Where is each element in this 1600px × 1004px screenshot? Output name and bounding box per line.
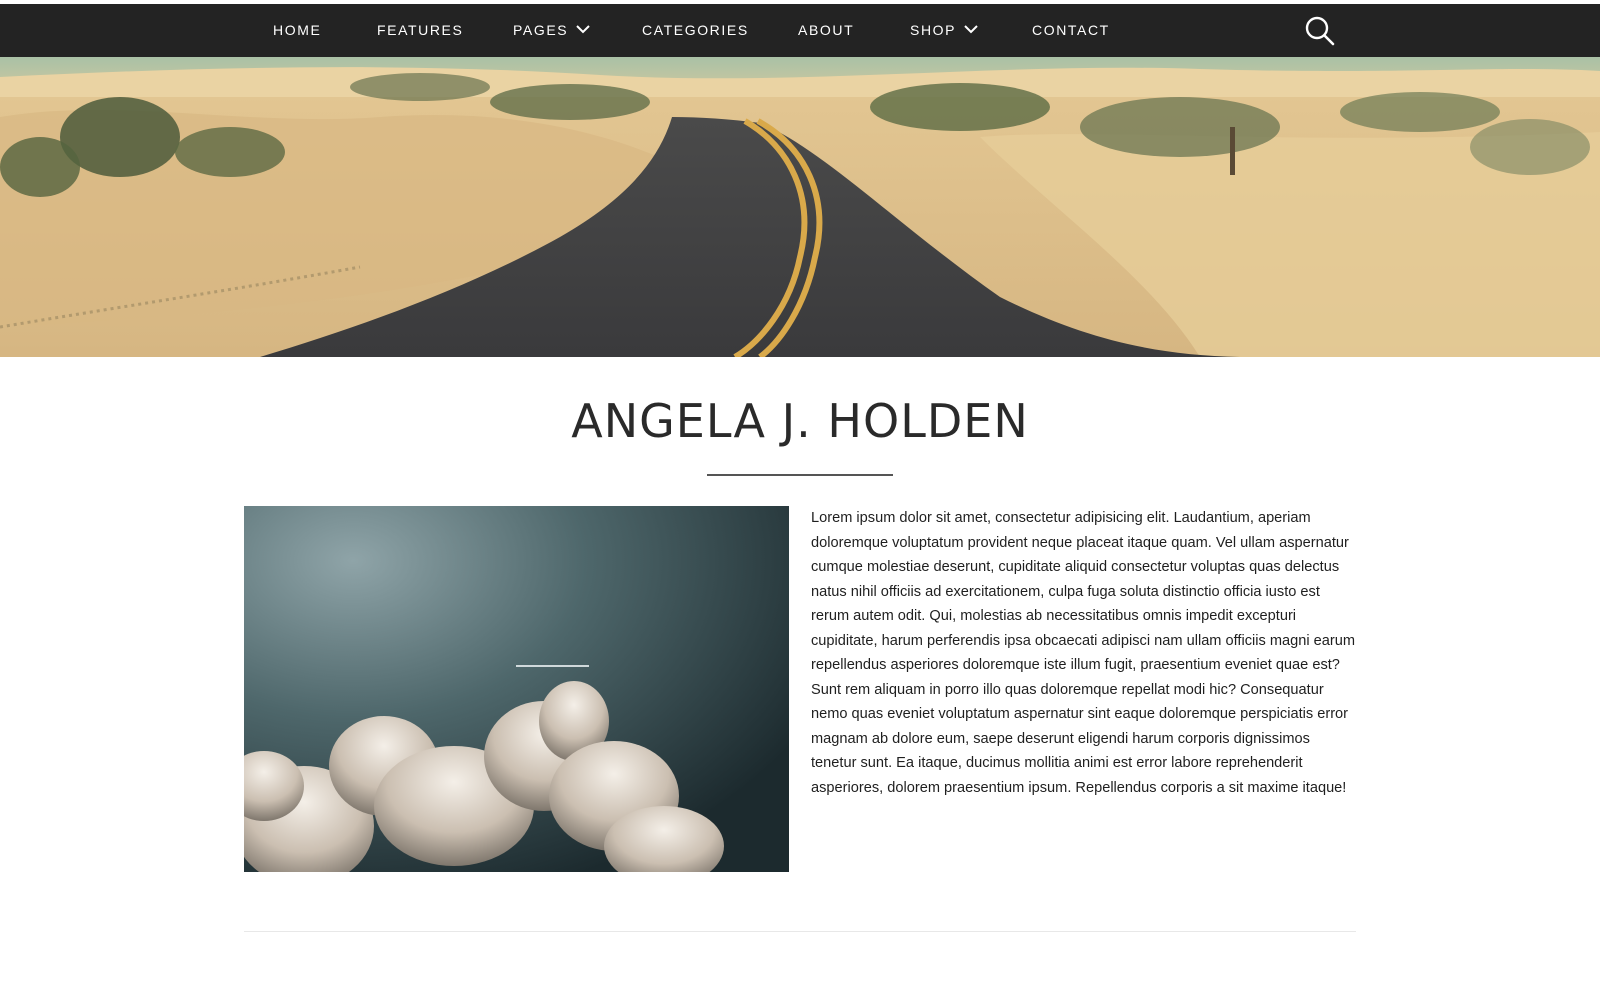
nav-item-label: FEATURES	[377, 22, 464, 38]
chevron-down-icon	[576, 3, 590, 56]
nav-item-home[interactable]: HOME	[273, 4, 321, 57]
page-title: ANGELA J. HOLDEN	[571, 394, 1029, 448]
nav-item-label: PAGES	[513, 22, 569, 38]
search-icon[interactable]	[1304, 15, 1336, 47]
desert-road-image	[0, 57, 1600, 357]
hero-banner	[0, 57, 1600, 357]
nav-item-about[interactable]: ABOUT	[798, 4, 854, 57]
nav-item-label: CONTACT	[1032, 22, 1110, 38]
chevron-down-icon	[964, 3, 978, 56]
nav-item-label: SHOP	[910, 22, 957, 38]
nav-item-label: HOME	[273, 22, 322, 38]
nav-item-shop[interactable]: SHOP	[910, 4, 978, 57]
bio-paragraph: Lorem ipsum dolor sit amet, consectetur …	[811, 510, 1356, 796]
title-divider	[707, 474, 893, 476]
nav-item-contact[interactable]: CONTACT	[1032, 4, 1110, 57]
main-navbar: HOME FEATURES PAGES CATEGORIES ABOUT SHO…	[0, 4, 1600, 57]
nav-item-label: CATEGORIES	[642, 22, 749, 38]
nav-item-pages[interactable]: PAGES	[513, 4, 590, 57]
sky-cloud-image	[244, 506, 789, 872]
nav-item-categories[interactable]: CATEGORIES	[642, 4, 749, 57]
nav-item-label: ABOUT	[798, 22, 855, 38]
nav-item-features[interactable]: FEATURES	[377, 4, 463, 57]
section-divider	[244, 931, 1356, 932]
profile-photo	[244, 506, 789, 872]
